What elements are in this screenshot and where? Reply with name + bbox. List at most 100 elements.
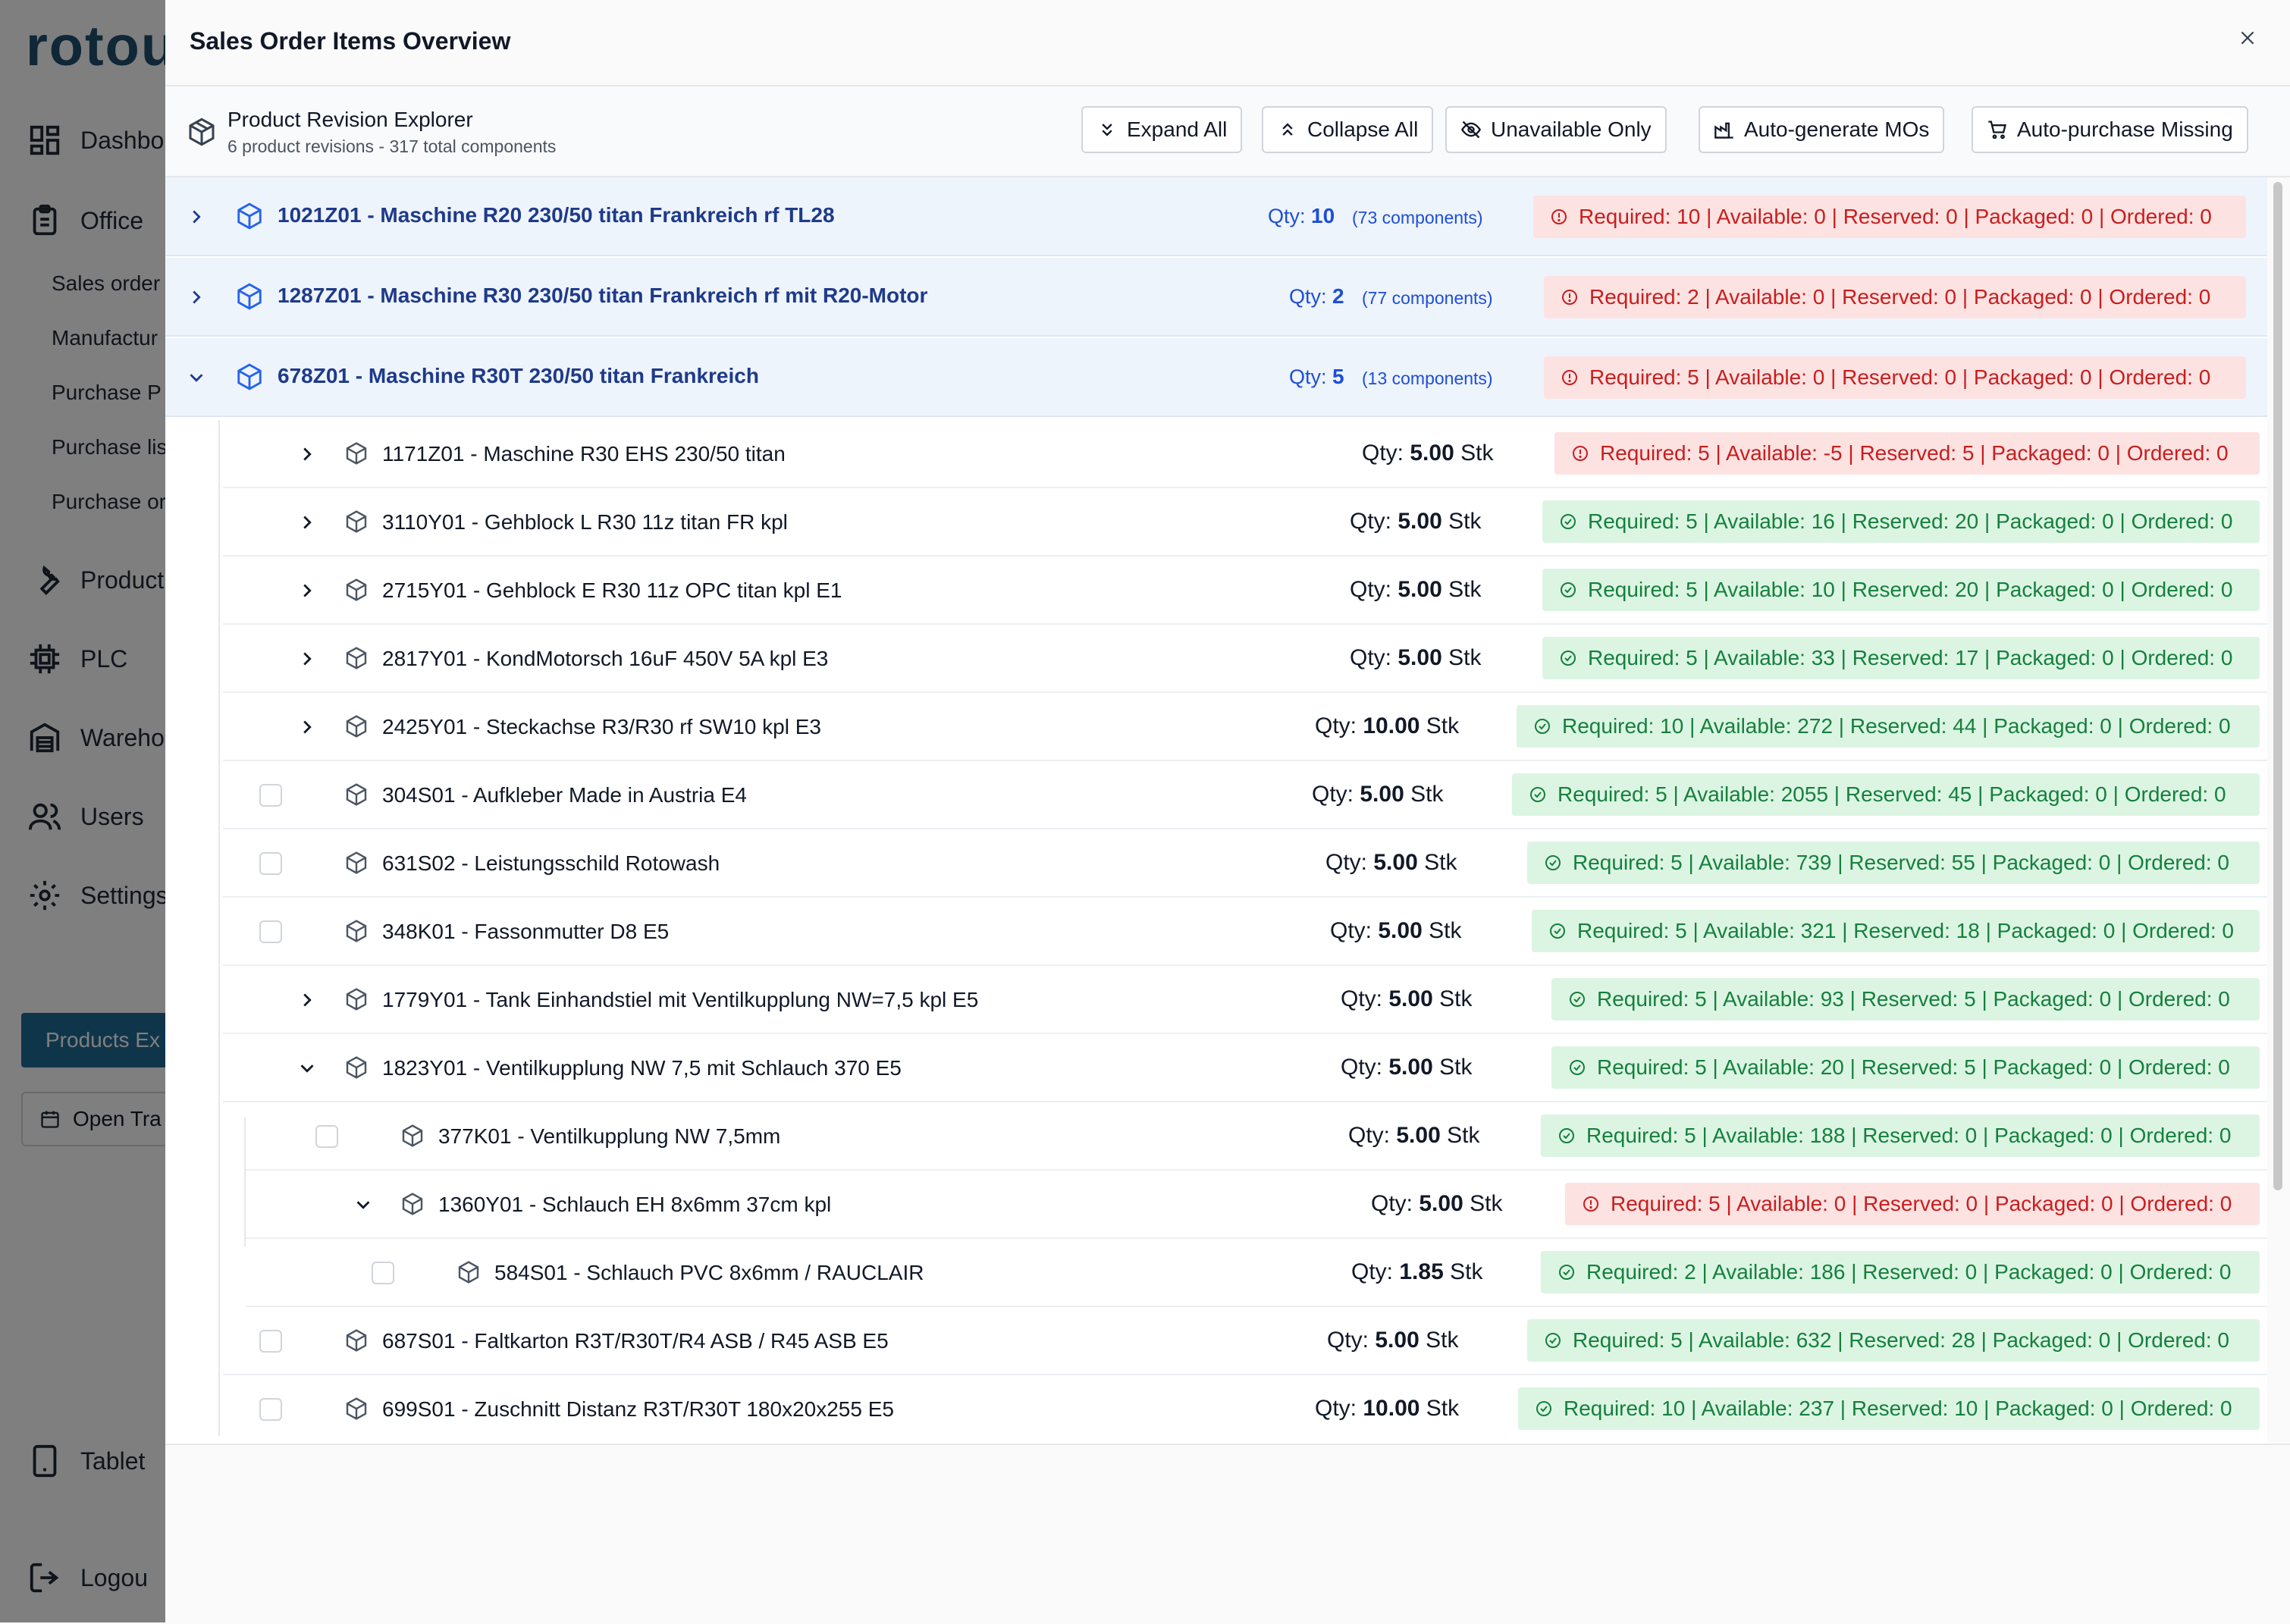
check-circle-icon <box>1561 514 1576 529</box>
collapse-all-button[interactable]: Collapse All <box>1262 106 1434 153</box>
expand-all-label: Expand All <box>1127 118 1228 141</box>
component-title: 687S01 - Faltkarton R3T/R30T/R4 ASB / R4… <box>382 1329 889 1353</box>
check-circle-icon <box>1535 719 1550 734</box>
row-checkbox[interactable] <box>259 784 282 807</box>
product-tree: 1021Z01 - Maschine R20 230/50 titan Fran… <box>165 177 2267 1442</box>
scrollbar[interactable] <box>2267 177 2290 1442</box>
row-checkbox[interactable] <box>259 1330 282 1353</box>
modal-header: Sales Order Items Overview <box>165 0 2290 86</box>
check-circle-icon <box>1570 992 1585 1007</box>
quantity: Qty: 5.00 Stk <box>1341 1055 1473 1080</box>
status-badge: Required: 5 | Available: 33 | Reserved: … <box>1542 637 2260 679</box>
component-title: 1360Y01 - Schlauch EH 8x6mm 37cm kpl <box>438 1193 832 1216</box>
chevron-right-icon[interactable] <box>185 286 208 309</box>
factory-icon <box>1714 122 1733 139</box>
package-icon <box>458 1261 479 1284</box>
package-icon <box>189 118 215 146</box>
row-checkbox[interactable] <box>372 1262 394 1284</box>
package-icon <box>346 442 367 465</box>
expand-all-button[interactable]: Expand All <box>1081 106 1243 153</box>
quantity: Qty: 5.00 Stk <box>1362 440 1494 466</box>
component-row[interactable]: 631S02 - Leistungsschild Rotowash Qty: 5… <box>223 829 2267 898</box>
check-circle-icon <box>1561 582 1576 597</box>
product-revision-row[interactable]: 1021Z01 - Maschine R20 230/50 titan Fran… <box>165 177 2267 256</box>
component-row[interactable]: 348K01 - Fassonmutter D8 E5 Qty: 5.00 St… <box>223 898 2267 966</box>
chevron-right-icon[interactable] <box>296 579 318 602</box>
package-icon <box>346 988 367 1011</box>
chevron-right-icon[interactable] <box>296 647 318 670</box>
chevron-right-icon[interactable] <box>296 443 318 466</box>
check-circle-icon <box>1559 1265 1574 1280</box>
chevron-down-icon[interactable] <box>352 1193 375 1216</box>
quantity: Qty: 5.00 Stk <box>1327 1328 1459 1353</box>
component-title: 2715Y01 - Gehblock E R30 11z OPC titan k… <box>382 578 842 602</box>
component-row[interactable]: 2817Y01 - KondMotorsch 16uF 450V 5A kpl … <box>223 625 2267 693</box>
status-badge: Required: 5 | Available: 93 | Reserved: … <box>1551 978 2260 1020</box>
component-row[interactable]: 699S01 - Zuschnitt Distanz R3T/R30T 180x… <box>223 1375 2267 1442</box>
component-row[interactable]: 3110Y01 - Gehblock L R30 11z titan FR kp… <box>223 488 2267 556</box>
status-badge: Required: 5 | Available: 0 | Reserved: 0… <box>1565 1183 2260 1225</box>
component-title: 304S01 - Aufkleber Made in Austria E4 <box>382 783 747 807</box>
component-row[interactable]: 687S01 - Faltkarton R3T/R30T/R4 ASB / R4… <box>223 1307 2267 1375</box>
component-title: 631S02 - Leistungsschild Rotowash <box>382 851 720 875</box>
status-badge: Required: 5 | Available: 0 | Reserved: 0… <box>1544 356 2246 399</box>
component-row[interactable]: 2425Y01 - Steckachse R3/R30 rf SW10 kpl … <box>223 693 2267 761</box>
product-revision-row[interactable]: 1287Z01 - Maschine R30 230/50 titan Fran… <box>165 258 2267 337</box>
status-badge: Required: 5 | Available: 20 | Reserved: … <box>1551 1046 2260 1089</box>
chevrons-down-icon <box>1102 124 1112 136</box>
package-icon <box>346 851 367 874</box>
component-row[interactable]: 1823Y01 - Ventilkupplung NW 7,5 mit Schl… <box>223 1034 2267 1102</box>
collapse-all-label: Collapse All <box>1307 118 1419 141</box>
product-title: 678Z01 - Maschine R30T 230/50 titan Fran… <box>278 364 759 387</box>
component-row[interactable]: 1171Z01 - Maschine R30 EHS 230/50 titan … <box>223 420 2267 488</box>
component-row[interactable]: 377K01 - Ventilkupplung NW 7,5mm Qty: 5.… <box>246 1102 2267 1171</box>
alert-circle-icon <box>1562 370 1577 385</box>
quantity: Qty: 2 <box>1289 284 1344 308</box>
package-icon <box>402 1193 423 1215</box>
component-row[interactable]: 304S01 - Aufkleber Made in Austria E4 Qt… <box>223 761 2267 829</box>
quantity: Qty: 5.00 Stk <box>1350 577 1482 602</box>
package-icon <box>346 783 367 806</box>
quantity: Qty: 10.00 Stk <box>1315 1396 1460 1421</box>
close-button[interactable] <box>2231 21 2264 55</box>
status-badge: Required: 5 | Available: 632 | Reserved:… <box>1527 1319 2260 1362</box>
chevrons-up-icon <box>1282 123 1293 136</box>
scrollbar-thumb[interactable] <box>2273 182 2282 1190</box>
row-checkbox[interactable] <box>259 852 282 875</box>
component-title: 3110Y01 - Gehblock L R30 11z titan FR kp… <box>382 510 788 534</box>
component-row[interactable]: 1360Y01 - Schlauch EH 8x6mm 37cm kpl Qty… <box>246 1171 2267 1239</box>
component-count: (13 components) <box>1362 368 1493 388</box>
quantity: Qty: 5.00 Stk <box>1371 1191 1503 1216</box>
status-badge: Required: 5 | Available: 16 | Reserved: … <box>1542 500 2260 543</box>
check-circle-icon <box>1530 787 1545 802</box>
check-circle-icon <box>1561 651 1576 666</box>
auto-generate-mos-button[interactable]: Auto-generate MOs <box>1699 106 1945 153</box>
row-checkbox[interactable] <box>259 920 282 943</box>
component-count: (73 components) <box>1352 208 1483 227</box>
explorer-title: Product Revision Explorer <box>227 108 473 131</box>
unavailable-only-button[interactable]: Unavailable Only <box>1445 106 1667 153</box>
chevron-down-icon[interactable] <box>185 366 208 389</box>
product-revision-row[interactable]: 678Z01 - Maschine R30T 230/50 titan Fran… <box>165 338 2267 417</box>
quantity: Qty: 5.00 Stk <box>1330 918 1462 943</box>
auto-purchase-missing-button[interactable]: Auto-purchase Missing <box>1972 106 2248 153</box>
auto-purchase-missing-label: Auto-purchase Missing <box>2017 118 2233 141</box>
component-row[interactable]: 2715Y01 - Gehblock E R30 11z OPC titan k… <box>223 556 2267 625</box>
package-icon <box>346 1397 367 1420</box>
chevron-right-icon[interactable] <box>296 511 318 534</box>
component-title: 699S01 - Zuschnitt Distanz R3T/R30T 180x… <box>382 1397 894 1421</box>
row-checkbox[interactable] <box>315 1125 338 1148</box>
status-badge: Required: 5 | Available: -5 | Reserved: … <box>1554 432 2260 475</box>
alert-circle-icon <box>1551 209 1567 224</box>
chevron-right-icon[interactable] <box>296 716 318 738</box>
component-row[interactable]: 1779Y01 - Tank Einhandstiel mit Ventilku… <box>223 966 2267 1034</box>
package-icon <box>346 920 367 942</box>
alert-circle-icon <box>1583 1196 1598 1212</box>
chevron-down-icon[interactable] <box>296 1057 318 1080</box>
row-checkbox[interactable] <box>259 1398 282 1421</box>
status-badge: Required: 10 | Available: 237 | Reserved… <box>1518 1387 2260 1430</box>
chevron-right-icon[interactable] <box>296 989 318 1011</box>
component-row[interactable]: 584S01 - Schlauch PVC 8x6mm / RAUCLAIR Q… <box>246 1239 2267 1307</box>
auto-generate-mos-label: Auto-generate MOs <box>1744 118 1930 141</box>
chevron-right-icon[interactable] <box>185 205 208 228</box>
